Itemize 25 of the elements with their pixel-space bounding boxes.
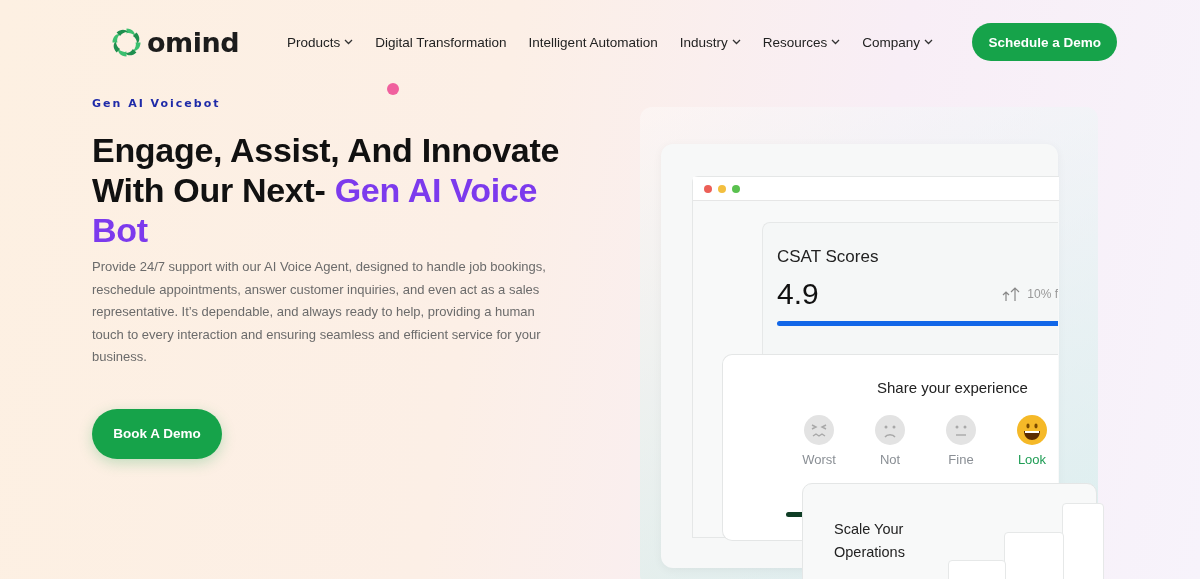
feedback-title: Share your experience <box>877 379 1029 396</box>
happy-face-icon <box>1016 414 1048 446</box>
sad-face-icon <box>874 414 906 446</box>
nav-link[interactable]: Resources <box>762 34 841 50</box>
logo-text[interactable]: omind <box>147 26 239 58</box>
up-arrows-icon <box>1001 286 1022 302</box>
hero-heading: Engage, Assist, And Innovate With Our Next- Gen AI Voice Bot <box>92 130 561 250</box>
nav-link[interactable]: Company <box>862 34 934 50</box>
nav-link[interactable]: Products <box>287 34 354 50</box>
nav-link[interactable]: Intelligent Automation <box>528 34 658 50</box>
scale-title: Scale Your Operations <box>834 520 906 562</box>
eyebrow-label: Gen AI Voicebot <box>92 97 222 110</box>
worst-face-icon <box>803 414 835 446</box>
trend-text: 10% f <box>1027 287 1058 301</box>
window-dot-icon <box>718 184 726 193</box>
hero-description: Provide 24/7 support with our AI Voice Agent, designed to handle job bookings, reschedule appointments, answer customer inquiries, and even act as a sales representative. It’s dependable, and always ready to help, providing a human touch to every interaction and ensuring seamless and efficient service for your business. <box>92 258 547 366</box>
nav-link[interactable]: Industry <box>679 34 741 50</box>
window-dot-icon <box>704 184 712 193</box>
rating-label[interactable]: Look <box>1017 452 1047 467</box>
csat-score: 4.9 <box>777 277 819 311</box>
window-dot-icon <box>732 184 740 193</box>
decor-dot <box>387 83 399 95</box>
neutral-face-icon <box>945 414 977 446</box>
csat-title: CSAT Scores <box>777 247 880 267</box>
nav-link[interactable]: Digital Transformation <box>375 34 507 50</box>
